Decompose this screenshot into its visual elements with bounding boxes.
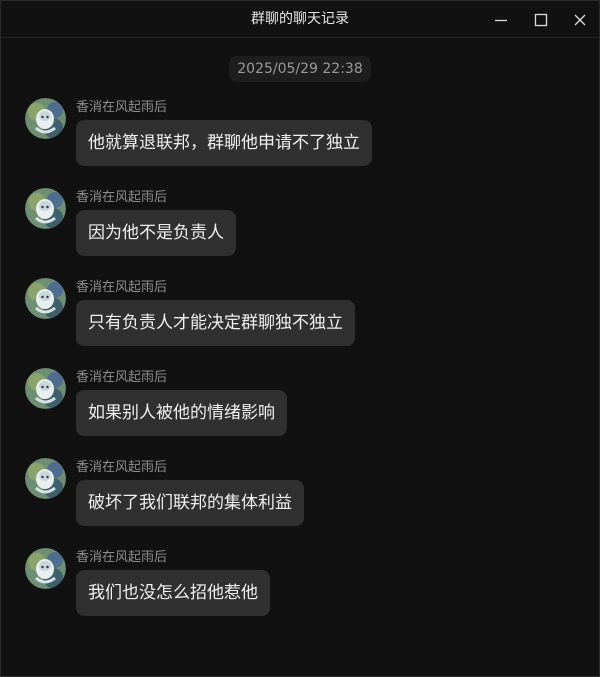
sender-name: 香消在风起雨后	[76, 460, 168, 475]
avatar[interactable]	[25, 368, 66, 409]
sender-name: 香消在风起雨后	[76, 550, 168, 565]
message-list: 香消在风起雨后 他就算退联邦，群聊他申请不了独立 香消在风起雨后 因为他不是负责	[1, 1, 599, 676]
message-item: 香消在风起雨后 如果别人被他的情绪影响	[25, 368, 585, 448]
sender-name: 香消在风起雨后	[76, 190, 168, 205]
avatar[interactable]	[25, 548, 66, 589]
message-bubble[interactable]: 因为他不是负责人	[76, 210, 236, 256]
sender-name: 香消在风起雨后	[76, 280, 168, 295]
message-item: 香消在风起雨后 因为他不是负责人	[25, 188, 585, 268]
message-item: 香消在风起雨后 他就算退联邦，群聊他申请不了独立	[25, 98, 585, 178]
message-bubble[interactable]: 只有负责人才能决定群聊独不独立	[76, 300, 355, 346]
sender-name: 香消在风起雨后	[76, 370, 168, 385]
message-item: 香消在风起雨后 我们也没怎么招他惹他	[25, 548, 585, 628]
message-item: 香消在风起雨后 破坏了我们联邦的集体利益	[25, 458, 585, 538]
message-bubble[interactable]: 我们也没怎么招他惹他	[76, 570, 270, 616]
chat-history-window: 群聊的聊天记录 2025/05/29 22:38 香消在风起雨后 他就算退联邦，…	[0, 0, 600, 677]
avatar[interactable]	[25, 278, 66, 319]
avatar[interactable]	[25, 458, 66, 499]
sender-name: 香消在风起雨后	[76, 100, 168, 115]
avatar[interactable]	[25, 188, 66, 229]
avatar[interactable]	[25, 98, 66, 139]
message-bubble[interactable]: 他就算退联邦，群聊他申请不了独立	[76, 120, 372, 166]
message-bubble[interactable]: 破坏了我们联邦的集体利益	[76, 480, 304, 526]
message-item: 香消在风起雨后 只有负责人才能决定群聊独不独立	[25, 278, 585, 358]
message-bubble[interactable]: 如果别人被他的情绪影响	[76, 390, 287, 436]
